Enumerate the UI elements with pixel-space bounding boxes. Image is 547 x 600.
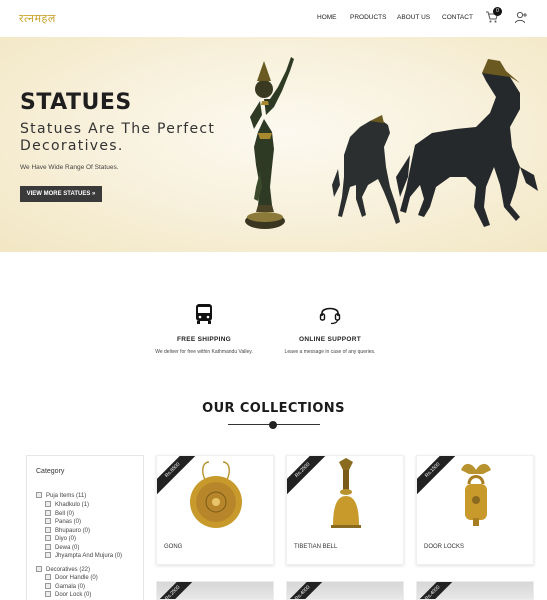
checkbox[interactable] [45,583,51,589]
checkbox[interactable] [36,566,42,572]
checkbox[interactable] [45,535,51,541]
category-item[interactable]: Puja Items (11) [36,492,86,499]
feature-description: Leave a message in case of any queries. [284,349,376,355]
category-item[interactable]: Bell (0) [45,510,74,517]
feature-online-support: ONLINE SUPPORT Leave a message in case o… [270,302,390,355]
hero-tagline: We Have Wide Range Of Statues. [20,164,119,171]
product-name[interactable]: DOOR LOCKS [424,544,464,550]
feature-description: We deliver for free within Kathmandu Val… [155,349,253,355]
checkbox[interactable] [45,544,51,550]
nav-about-us[interactable]: ABOUT US [397,14,430,21]
category-item[interactable]: Door Handle (0) [45,574,98,581]
product-card[interactable]: Rs.4000 [416,581,534,600]
category-item[interactable]: Decoratives (22) [36,566,90,573]
cart-count-badge: 0 [493,7,502,16]
category-title: Category [36,468,65,475]
product-card-gong[interactable]: Rs.6500 GONG [156,455,274,565]
nav-contact[interactable]: CONTACT [442,14,473,21]
checkbox[interactable] [45,552,51,558]
checkbox[interactable] [45,518,51,524]
checkbox[interactable] [45,591,51,597]
nav-products[interactable]: PRODUCTS [350,14,386,21]
product-card-door-locks[interactable]: Rs.1500 DOOR LOCKS [416,455,534,565]
feature-title: FREE SHIPPING [176,336,232,343]
category-item[interactable]: Door Lock (0) [45,591,91,598]
checkbox[interactable] [36,492,42,498]
product-card[interactable]: Rs.4000 [286,581,404,600]
product-card-tibetian-bell[interactable]: Rs.2500 TIBETIAN BELL [286,455,404,565]
category-item[interactable]: Gamala (0) [45,583,85,590]
goddess-statue [245,57,294,229]
category-item[interactable]: Diyo (0) [45,535,76,542]
product-name[interactable]: GONG [164,544,182,550]
checkbox[interactable] [45,574,51,580]
product-name[interactable]: TIBETIAN BELL [294,544,337,550]
headset-icon [319,307,341,325]
bus-icon [196,304,212,324]
large-horse-statue [396,59,538,227]
category-item[interactable]: Dewa (0) [45,544,79,551]
category-item[interactable]: Jhyampta And Mujura (0) [45,552,122,559]
category-item[interactable]: Khadkulo (1) [45,501,89,508]
category-item[interactable]: Panas (0) [45,518,81,525]
site-header: रत्नमहल HOME PRODUCTS ABOUT US CONTACT 0 [0,0,547,37]
collections-title: OUR COLLECTIONS [202,401,345,416]
hero-banner: STATUES Statues Are The Perfect Decorati… [0,37,547,252]
divider-ornament-icon [269,421,277,429]
category-sidebar: Category Puja Items (11) Khadkulo (1) Be… [26,455,144,600]
nav-home[interactable]: HOME [317,14,337,21]
add-user-icon[interactable] [514,10,528,24]
view-more-statues-button[interactable]: VIEW MORE STATUES » [20,186,102,202]
checkbox[interactable] [45,510,51,516]
checkbox[interactable] [45,501,51,507]
hero-title: STATUES [20,90,132,115]
category-item[interactable]: Bhupauro (0) [45,527,90,534]
feature-free-shipping: FREE SHIPPING We deliver for free within… [144,302,264,355]
feature-title: ONLINE SUPPORT [299,336,361,343]
checkbox[interactable] [45,527,51,533]
main-nav: HOME PRODUCTS ABOUT US CONTACT [0,14,547,24]
small-horse-statue [332,115,400,224]
product-card[interactable]: Rs.2500 [156,581,274,600]
statues-image [245,57,538,229]
